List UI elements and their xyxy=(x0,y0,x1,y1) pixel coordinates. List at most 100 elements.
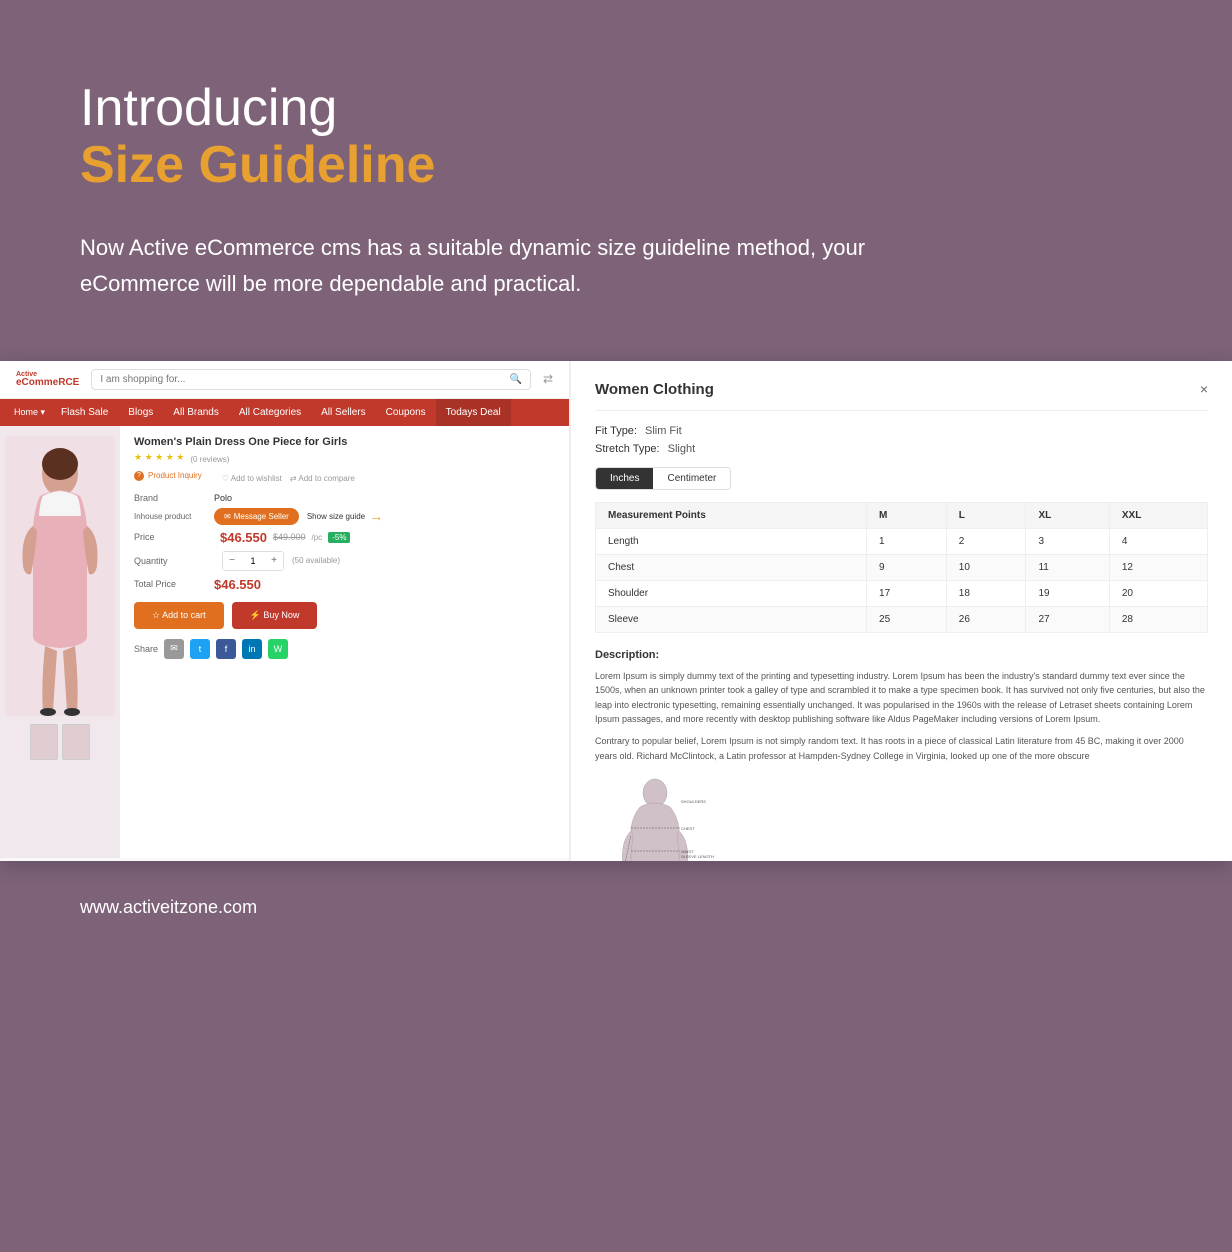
wishlist-btn[interactable]: ♡ Add to wishlist xyxy=(222,474,282,483)
nav-home[interactable]: Home ▾ xyxy=(8,399,51,426)
stretch-type-row: Stretch Type: Slight xyxy=(595,443,1208,455)
size-value: 9 xyxy=(867,554,947,580)
size-value: 3 xyxy=(1026,528,1109,554)
svg-text:SLEEVE LENGTH: SLEEVE LENGTH xyxy=(681,854,714,859)
measurement-point: Length xyxy=(596,528,867,554)
thumbnail-2[interactable] xyxy=(62,724,90,760)
diagram-figure: CHEST WAIST HIPS SHOULDERS SLEEVE LENGTH… xyxy=(595,773,715,861)
size-value: 1 xyxy=(867,528,947,554)
buy-now-button[interactable]: ⚡ Buy Now xyxy=(232,602,318,629)
add-to-cart-button[interactable]: ☆ Add to cart xyxy=(134,602,224,629)
search-icon: 🔍 xyxy=(509,374,521,385)
size-value: 26 xyxy=(946,606,1026,632)
body-diagram-svg: CHEST WAIST HIPS SHOULDERS SLEEVE LENGTH… xyxy=(595,773,715,861)
description-text-2: Contrary to popular belief, Lorem Ipsum … xyxy=(595,734,1208,763)
hero-section: Introducing Size Guideline Now Active eC… xyxy=(0,0,1232,361)
product-inquiry[interactable]: ? Product Inquiry xyxy=(134,471,202,481)
discount-badge: -5% xyxy=(328,532,350,543)
product-reviews: (0 reviews) xyxy=(190,455,229,464)
modal-header: Women Clothing × xyxy=(595,381,1208,411)
description-text-1: Lorem Ipsum is simply dummy text of the … xyxy=(595,669,1208,727)
share-email-icon[interactable]: ✉ xyxy=(164,639,184,659)
brand-label: Brand xyxy=(134,493,214,503)
size-value: 11 xyxy=(1026,554,1109,580)
share-label: Share xyxy=(134,644,158,654)
size-value: 27 xyxy=(1026,606,1109,632)
footer-url: www.activeitzone.com xyxy=(80,897,1152,918)
quantity-increase[interactable]: + xyxy=(265,552,283,570)
message-seller-button[interactable]: ✉ Message Seller xyxy=(214,508,299,525)
size-value: 17 xyxy=(867,580,947,606)
hero-description: Now Active eCommerce cms has a suitable … xyxy=(80,230,900,300)
size-value: 20 xyxy=(1109,580,1207,606)
total-label: Total Price xyxy=(134,579,214,589)
store-nav: Home ▾ Flash Sale Blogs All Brands All C… xyxy=(0,399,569,426)
nav-todays-deal[interactable]: Todays Deal xyxy=(436,399,511,426)
size-value: 12 xyxy=(1109,554,1207,580)
total-row: Total Price $46.550 xyxy=(134,577,555,592)
table-row: Shoulder17181920 xyxy=(596,580,1208,606)
product-area: Women's Plain Dress One Piece for Girls … xyxy=(0,426,569,858)
measurement-point: Sleeve xyxy=(596,606,867,632)
quantity-label: Quantity xyxy=(134,556,214,566)
price-row: Price $46.550 $49.000 /pc -5% xyxy=(134,530,555,545)
quantity-input[interactable] xyxy=(241,556,265,566)
share-row: Share ✉ t f in W xyxy=(134,639,555,659)
col-xxl: XXL xyxy=(1109,502,1207,528)
product-image-area xyxy=(0,426,120,858)
col-m: M xyxy=(867,502,947,528)
table-row: Length1234 xyxy=(596,528,1208,554)
modal-title: Women Clothing xyxy=(595,381,714,398)
share-twitter-icon[interactable]: t xyxy=(190,639,210,659)
search-input[interactable] xyxy=(100,374,509,385)
svg-text:CHEST: CHEST xyxy=(681,826,695,831)
product-figure-svg xyxy=(5,436,115,716)
table-header-row: Measurement Points M L XL XXL xyxy=(596,502,1208,528)
modal-close-button[interactable]: × xyxy=(1200,381,1208,397)
search-bar[interactable]: 🔍 xyxy=(91,369,531,390)
size-guide-link[interactable]: Show size guide xyxy=(307,512,365,521)
nav-all-categories[interactable]: All Categories xyxy=(229,399,311,426)
quantity-row: Quantity − + (50 available) xyxy=(134,551,555,571)
quantity-decrease[interactable]: − xyxy=(223,552,241,570)
share-linkedin-icon[interactable]: in xyxy=(242,639,262,659)
svg-text:SHOULDERS: SHOULDERS xyxy=(681,799,706,804)
nav-coupons[interactable]: Coupons xyxy=(376,399,436,426)
product-thumbnails xyxy=(30,724,90,760)
nav-all-sellers[interactable]: All Sellers xyxy=(311,399,375,426)
product-details: Women's Plain Dress One Piece for Girls … xyxy=(120,426,569,858)
col-xl: XL xyxy=(1026,502,1109,528)
size-value: 10 xyxy=(946,554,1026,580)
store-logo-sub: Active xyxy=(16,371,79,378)
product-main-image xyxy=(5,436,115,716)
inhouse-label: Inhouse product xyxy=(134,512,214,521)
tab-centimeter[interactable]: Centimeter xyxy=(653,468,730,489)
nav-blogs[interactable]: Blogs xyxy=(118,399,163,426)
screenshot-container: Active eCommeRCE 🔍 ⇄ Home ▾ Flash Sale B… xyxy=(0,361,1232,861)
action-buttons: ☆ Add to cart ⚡ Buy Now xyxy=(134,602,555,629)
col-l: L xyxy=(946,502,1026,528)
size-table: Measurement Points M L XL XXL Length1234… xyxy=(595,502,1208,633)
inhouse-row: Inhouse product ✉ Message Seller Show si… xyxy=(134,508,555,525)
share-facebook-icon[interactable]: f xyxy=(216,639,236,659)
share-whatsapp-icon[interactable]: W xyxy=(268,639,288,659)
size-value: 18 xyxy=(946,580,1026,606)
fit-type-label: Fit Type: xyxy=(595,425,637,437)
stretch-type-value: Slight xyxy=(668,443,696,455)
tab-inches[interactable]: Inches xyxy=(596,468,653,489)
brand-row: Brand Polo xyxy=(134,493,555,503)
hero-title: Size Guideline xyxy=(80,137,1152,194)
stretch-type-label: Stretch Type: xyxy=(595,443,660,455)
thumbnail-1[interactable] xyxy=(30,724,58,760)
filter-icon[interactable]: ⇄ xyxy=(543,372,553,386)
diagram-area: CHEST WAIST HIPS SHOULDERS SLEEVE LENGTH… xyxy=(595,773,1208,861)
size-value: 19 xyxy=(1026,580,1109,606)
measurement-point: Chest xyxy=(596,554,867,580)
size-guide-modal: Women Clothing × Fit Type: Slim Fit Stre… xyxy=(570,361,1232,861)
price-label: Price xyxy=(134,532,214,542)
footer-section: www.activeitzone.com xyxy=(0,861,1232,954)
compare-btn[interactable]: ⇄ Add to compare xyxy=(290,474,355,483)
price-unit: /pc xyxy=(312,533,323,542)
nav-all-brands[interactable]: All Brands xyxy=(163,399,229,426)
nav-flash-sale[interactable]: Flash Sale xyxy=(51,399,118,426)
